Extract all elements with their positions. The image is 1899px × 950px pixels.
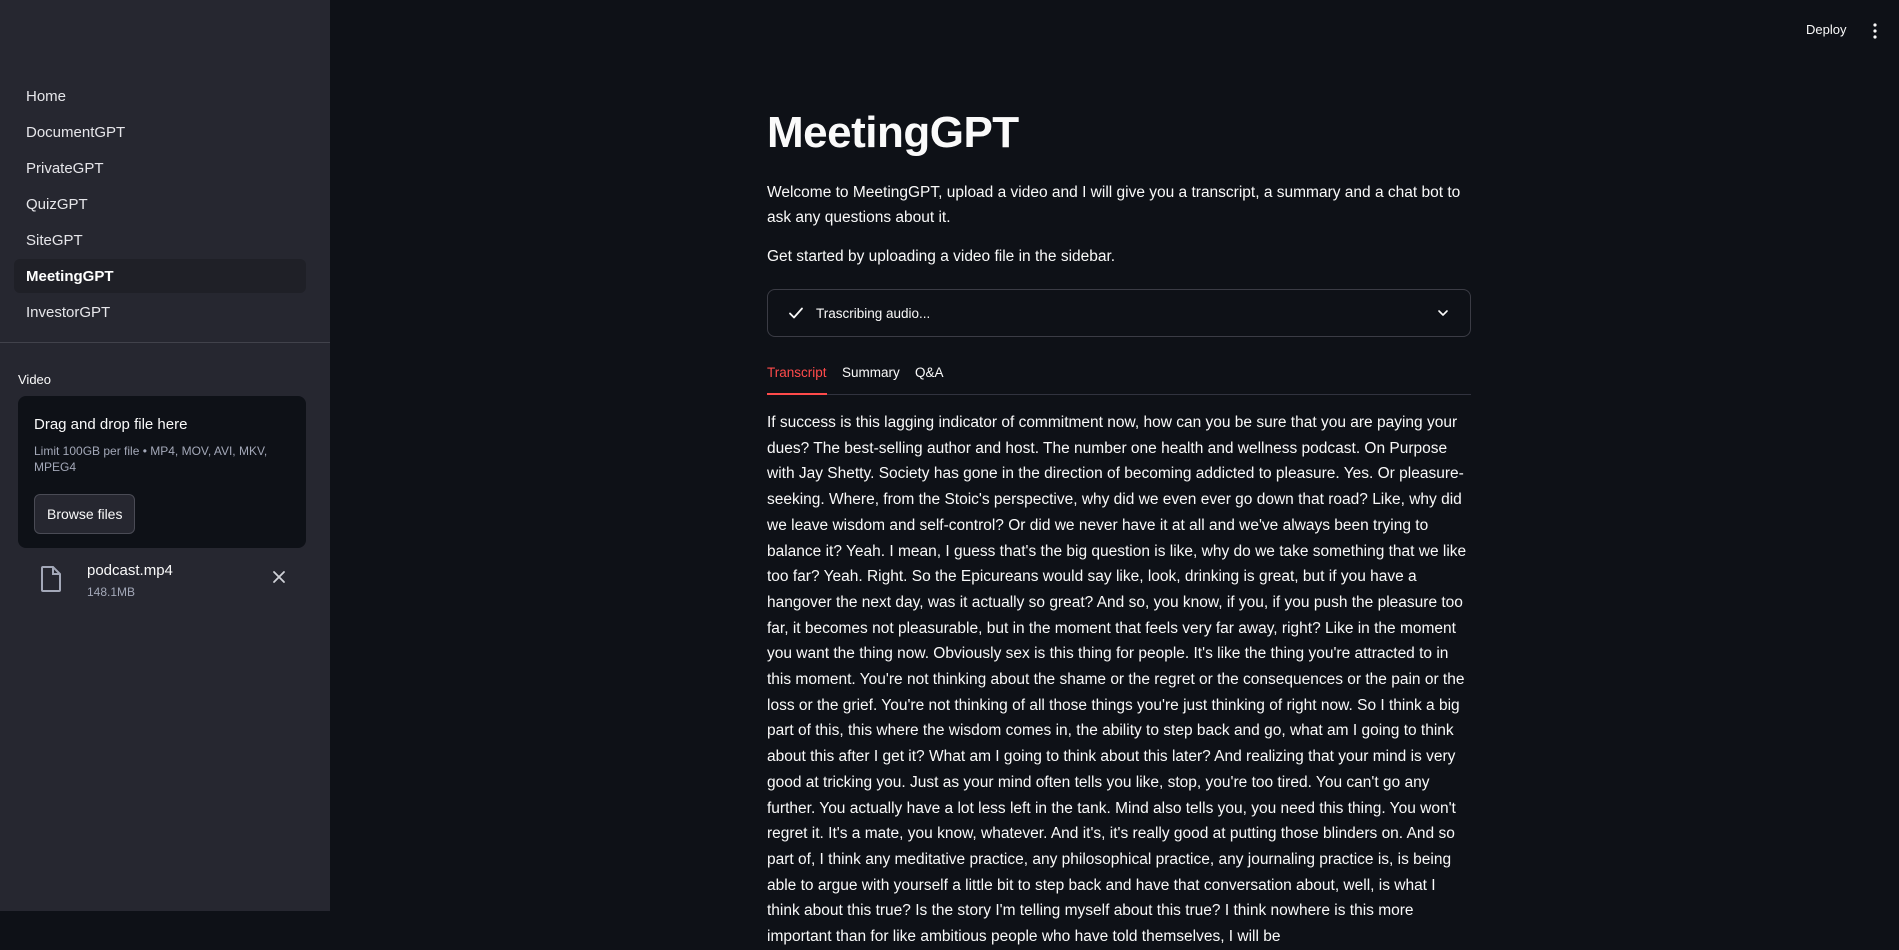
remove-file-close-icon[interactable]: [270, 568, 288, 586]
sidebar-item-documentgpt[interactable]: DocumentGPT: [14, 115, 306, 149]
video-upload-label: Video: [18, 372, 52, 387]
deploy-button[interactable]: Deploy: [1806, 22, 1846, 37]
tab-bar: Transcript Summary Q&A: [767, 357, 1471, 395]
file-dropzone[interactable]: Drag and drop file here Limit 100GB per …: [18, 396, 306, 548]
file-name: podcast.mp4: [87, 562, 173, 579]
sidebar-divider: [0, 342, 330, 343]
dropzone-limit-text: Limit 100GB per file • MP4, MOV, AVI, MK…: [34, 444, 268, 474]
intro-text: Welcome to MeetingGPT, upload a video an…: [767, 184, 1461, 226]
dropzone-title: Drag and drop file here: [34, 416, 188, 433]
main-menu-kebab-icon[interactable]: [1868, 22, 1882, 40]
sidebar-item-meetinggpt[interactable]: MeetingGPT: [14, 259, 306, 293]
sidebar-item-sitegpt[interactable]: SiteGPT: [14, 223, 306, 257]
sidebar-item-quizgpt[interactable]: QuizGPT: [14, 187, 306, 221]
sidebar-item-privategpt[interactable]: PrivateGPT: [14, 151, 306, 185]
tab-summary[interactable]: Summary: [842, 365, 900, 395]
browse-files-button[interactable]: Browse files: [34, 494, 136, 534]
sidebar: Home DocumentGPT PrivateGPT QuizGPT Site…: [0, 0, 330, 911]
get-started-text: Get started by uploading a video file in…: [767, 248, 1116, 265]
status-label: Trascribing audio...: [816, 305, 931, 321]
tab-transcript[interactable]: Transcript: [767, 365, 827, 395]
sidebar-item-home[interactable]: Home: [14, 79, 306, 113]
uploaded-file: podcast.mp4 148.1MB: [36, 560, 306, 606]
page-title: MeetingGPT: [767, 108, 1019, 157]
transcription-status-expander[interactable]: Trascribing audio...: [767, 289, 1471, 337]
chevron-down-icon: [1438, 310, 1448, 316]
sidebar-nav: Home DocumentGPT PrivateGPT QuizGPT Site…: [14, 79, 306, 331]
file-size: 148.1MB: [87, 585, 136, 599]
transcript-text: If success is this lagging indicator of …: [767, 414, 1467, 946]
check-icon: [789, 307, 803, 319]
file-icon: [41, 566, 61, 592]
sidebar-item-investorgpt[interactable]: InvestorGPT: [14, 295, 306, 329]
tab-qa[interactable]: Q&A: [915, 365, 944, 395]
